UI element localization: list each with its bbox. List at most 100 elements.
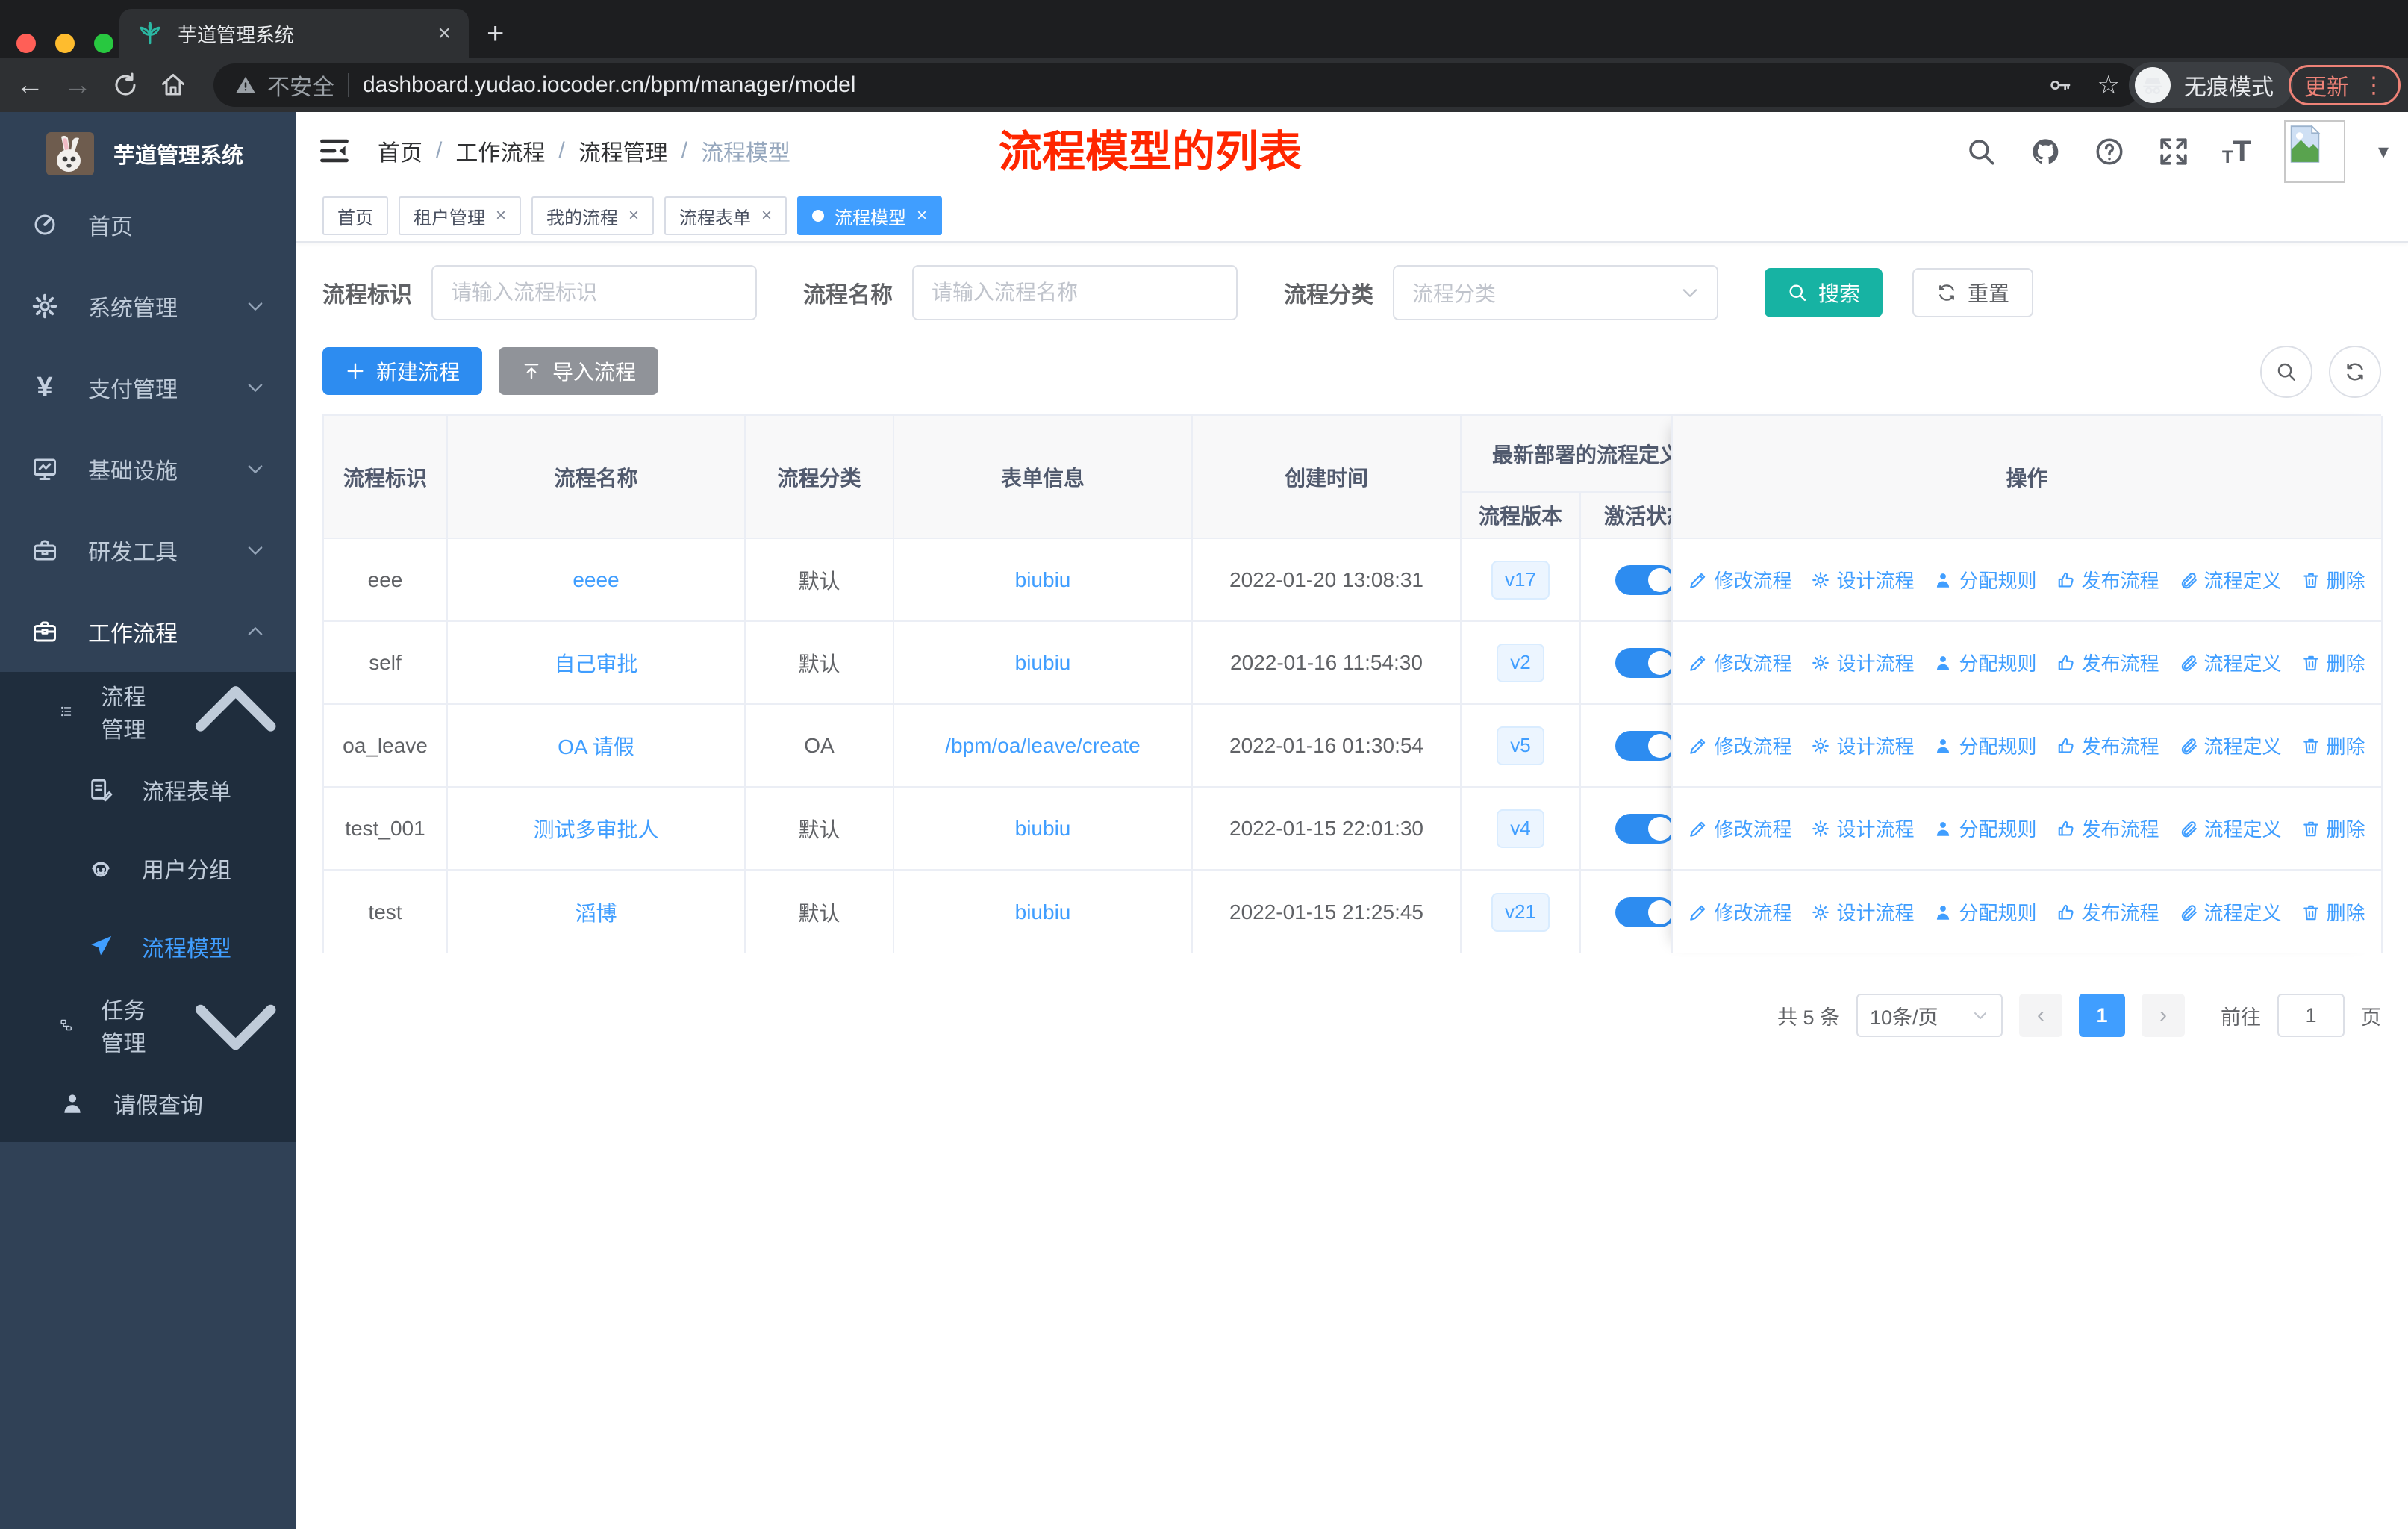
forward-icon[interactable]: →	[54, 71, 102, 99]
fullscreen-icon[interactable]	[2158, 136, 2189, 167]
close-icon[interactable]: ×	[917, 205, 927, 226]
action-process-definition[interactable]: 流程定义	[2179, 732, 2282, 759]
form-info-link[interactable]: biubiu	[1015, 817, 1071, 841]
action-delete[interactable]: 删除	[2301, 815, 2365, 842]
tab-close-icon[interactable]: ×	[437, 22, 451, 45]
action-process-definition[interactable]: 流程定义	[2179, 898, 2282, 926]
font-size-icon[interactable]: TT	[2222, 137, 2251, 166]
prev-page-button[interactable]: ‹	[2019, 994, 2062, 1037]
caret-down-icon[interactable]: ▾	[2378, 139, 2389, 164]
active-toggle[interactable]	[1615, 730, 1675, 761]
breadcrumb-process-management[interactable]: 流程管理	[578, 134, 668, 167]
process-name-input[interactable]	[912, 265, 1238, 320]
form-info-link[interactable]: biubiu	[1015, 651, 1071, 675]
menu-fold-icon[interactable]	[318, 134, 351, 167]
close-icon[interactable]: ×	[628, 205, 639, 226]
sidebar-item-process-management[interactable]: 流程管理	[0, 672, 296, 750]
home-icon[interactable]	[149, 72, 197, 99]
security-chip[interactable]: 不安全	[234, 69, 334, 102]
address-bar[interactable]: 不安全 dashboard.yudao.iocoder.cn/bpm/manag…	[213, 63, 2141, 107]
close-icon[interactable]: ×	[761, 205, 772, 226]
action-delete[interactable]: 删除	[2301, 898, 2365, 926]
sidebar-item-leave-query[interactable]: 请假查询	[0, 1064, 296, 1142]
page-number-1[interactable]: 1	[2079, 994, 2125, 1037]
action-modify-process[interactable]: 修改流程	[1688, 566, 1791, 594]
action-publish-process[interactable]: 发布流程	[2056, 566, 2159, 594]
active-toggle[interactable]	[1615, 897, 1675, 927]
minimize-window-button[interactable]	[55, 34, 75, 53]
action-delete[interactable]: 删除	[2301, 649, 2365, 676]
action-publish-process[interactable]: 发布流程	[2056, 732, 2159, 759]
tag-process-model[interactable]: 流程模型 ×	[797, 196, 943, 235]
search-icon[interactable]	[1965, 136, 1997, 167]
action-modify-process[interactable]: 修改流程	[1688, 649, 1791, 676]
action-delete[interactable]: 删除	[2301, 566, 2365, 594]
sidebar-item-infrastructure[interactable]: 基础设施	[0, 428, 296, 509]
form-info-link[interactable]: biubiu	[1015, 568, 1071, 592]
password-key-icon[interactable]	[2048, 73, 2072, 97]
import-process-button[interactable]: 导入流程	[499, 347, 659, 395]
browser-menu-icon[interactable]: ⋮	[2362, 72, 2385, 99]
bookmark-star-icon[interactable]: ☆	[2097, 70, 2120, 100]
close-icon[interactable]: ×	[496, 205, 506, 226]
process-name-link[interactable]: OA 请假	[558, 731, 634, 761]
tag-my-process[interactable]: 我的流程 ×	[531, 196, 655, 235]
action-publish-process[interactable]: 发布流程	[2056, 649, 2159, 676]
breadcrumb-workflow[interactable]: 工作流程	[455, 134, 545, 167]
sidebar-item-home[interactable]: 首页	[0, 184, 296, 265]
action-process-definition[interactable]: 流程定义	[2179, 649, 2282, 676]
action-assign-rule[interactable]: 分配规则	[1933, 732, 2037, 759]
process-name-link[interactable]: 测试多审批人	[533, 814, 658, 844]
sidebar-item-dev-tools[interactable]: 研发工具	[0, 509, 296, 591]
url-text[interactable]: dashboard.yudao.iocoder.cn/bpm/manager/m…	[363, 72, 2035, 98]
action-assign-rule[interactable]: 分配规则	[1933, 649, 2037, 676]
browser-update-button[interactable]: 更新 ⋮	[2289, 65, 2401, 105]
action-process-definition[interactable]: 流程定义	[2179, 566, 2282, 594]
process-name-link[interactable]: eeee	[573, 568, 619, 592]
zoom-window-button[interactable]	[94, 34, 113, 53]
sidebar-item-user-group[interactable]: 用户分组	[0, 829, 296, 907]
sidebar-item-payment[interactable]: ¥ 支付管理	[0, 346, 296, 428]
active-toggle[interactable]	[1615, 647, 1675, 678]
action-modify-process[interactable]: 修改流程	[1688, 898, 1791, 926]
process-key-input[interactable]	[431, 265, 757, 320]
reset-button[interactable]: 重置	[1912, 268, 2034, 317]
action-delete[interactable]: 删除	[2301, 732, 2365, 759]
browser-tab[interactable]: 芋道管理系统 ×	[119, 9, 469, 58]
form-info-link[interactable]: biubiu	[1015, 900, 1071, 924]
active-toggle[interactable]	[1615, 813, 1675, 844]
action-publish-process[interactable]: 发布流程	[2056, 815, 2159, 842]
active-toggle[interactable]	[1615, 564, 1675, 595]
tag-home[interactable]: 首页	[322, 196, 388, 235]
goto-page-input[interactable]	[2277, 994, 2345, 1037]
action-design-process[interactable]: 设计流程	[1811, 898, 1914, 926]
action-publish-process[interactable]: 发布流程	[2056, 898, 2159, 926]
tag-process-form[interactable]: 流程表单 ×	[664, 196, 787, 235]
action-modify-process[interactable]: 修改流程	[1688, 815, 1791, 842]
reload-icon[interactable]	[102, 72, 149, 99]
process-category-select[interactable]: 流程分类	[1393, 265, 1718, 320]
next-page-button[interactable]: ›	[2142, 994, 2185, 1037]
sidebar-item-system[interactable]: 系统管理	[0, 265, 296, 346]
action-design-process[interactable]: 设计流程	[1811, 566, 1914, 594]
process-name-link[interactable]: 自己审批	[554, 648, 637, 678]
breadcrumb-home[interactable]: 首页	[378, 134, 422, 167]
tag-tenant[interactable]: 租户管理 ×	[399, 196, 522, 235]
new-tab-button[interactable]: +	[487, 19, 504, 49]
create-process-button[interactable]: 新建流程	[322, 347, 483, 395]
close-window-button[interactable]	[16, 34, 36, 53]
help-icon[interactable]	[2094, 136, 2125, 167]
sidebar-item-task-management[interactable]: 任务管理	[0, 985, 296, 1064]
search-button[interactable]: 搜索	[1765, 268, 1883, 317]
process-name-link[interactable]: 滔博	[575, 897, 617, 927]
action-modify-process[interactable]: 修改流程	[1688, 732, 1791, 759]
github-icon[interactable]	[2030, 136, 2061, 167]
action-design-process[interactable]: 设计流程	[1811, 815, 1914, 842]
action-assign-rule[interactable]: 分配规则	[1933, 566, 2037, 594]
page-size-select[interactable]: 10条/页	[1856, 994, 2003, 1037]
action-design-process[interactable]: 设计流程	[1811, 649, 1914, 676]
action-assign-rule[interactable]: 分配规则	[1933, 815, 2037, 842]
form-info-link[interactable]: /bpm/oa/leave/create	[945, 734, 1141, 758]
user-avatar[interactable]	[2283, 119, 2345, 183]
action-assign-rule[interactable]: 分配规则	[1933, 898, 2037, 926]
